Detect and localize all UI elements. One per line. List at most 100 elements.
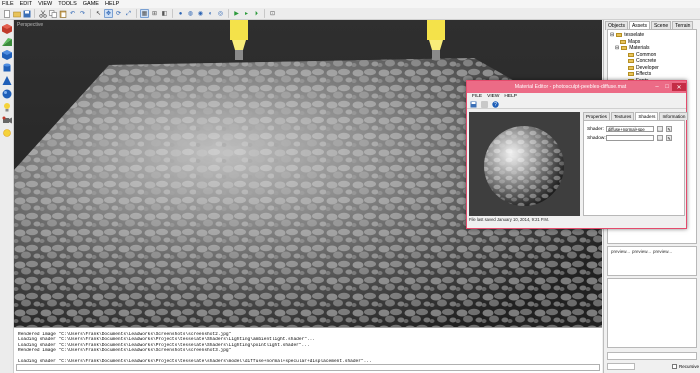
shader-field[interactable]: diffuse+normal+spe — [606, 126, 654, 132]
cylinder-icon[interactable] — [1, 62, 12, 73]
toolbar-separator — [136, 9, 137, 18]
scale-icon[interactable]: ⤢ — [124, 9, 133, 18]
object-toolbar — [0, 20, 14, 373]
maximize-icon[interactable]: □ — [662, 83, 672, 91]
save-icon[interactable] — [470, 101, 477, 108]
viewport-label: Perspective — [17, 22, 44, 28]
toolbar-separator — [34, 9, 35, 18]
rotate-icon[interactable]: ⟳ — [114, 9, 123, 18]
tab-shaders[interactable]: Shaders — [635, 112, 659, 120]
mat-menu-view[interactable]: VIEW — [487, 94, 499, 99]
save-status: File last saved January 10, 2014, 9:21 P… — [469, 217, 549, 222]
folder-icon — [621, 46, 628, 51]
menu-view[interactable]: VIEW — [38, 1, 52, 7]
new-icon[interactable] — [2, 9, 11, 18]
shadow-row: Shadow: … ✎ — [587, 135, 672, 141]
menu-file[interactable]: FILE — [2, 1, 14, 7]
asset-thumbnail[interactable]: preview... — [611, 249, 630, 254]
wedge-icon[interactable] — [1, 36, 12, 47]
toolbar-separator — [264, 9, 265, 18]
collapse-icon[interactable]: ⊟ — [615, 45, 619, 51]
cone-icon[interactable] — [1, 75, 12, 86]
copy-icon[interactable] — [48, 9, 57, 18]
save-icon[interactable] — [22, 9, 31, 18]
sphere-tool-icon[interactable] — [1, 88, 12, 99]
stop-icon[interactable]: ⏵ — [252, 9, 261, 18]
shadow-label: Shadow: — [587, 135, 606, 141]
camera-icon[interactable]: ◧ — [160, 9, 169, 18]
tree-label: Common — [636, 51, 657, 58]
menu-game[interactable]: GAME — [83, 1, 99, 7]
folder-icon — [628, 65, 634, 70]
tree-label: Effects — [636, 71, 652, 78]
menu-bar: FILE EDIT VIEW TOOLS GAME HELP — [0, 0, 700, 8]
browse-icon[interactable]: … — [657, 126, 663, 132]
edit-icon[interactable]: ✎ — [666, 126, 672, 132]
asset-thumbnail[interactable]: preview... — [653, 249, 672, 254]
menu-edit[interactable]: EDIT — [20, 1, 33, 7]
sphere-icon[interactable]: ● — [176, 9, 185, 18]
toolbar-separator — [228, 9, 229, 18]
mat-menu-file[interactable]: FILE — [472, 94, 482, 99]
shaders-panel: Shader: diffuse+normal+spe … ✎ Shadow: …… — [583, 120, 685, 216]
recursive-checkbox[interactable] — [671, 364, 677, 369]
folder-icon — [616, 33, 623, 38]
material-editor-titlebar[interactable]: Material Editor - photosculpt-peebles-di… — [467, 81, 686, 93]
browse-icon[interactable]: … — [657, 135, 663, 141]
light-icon[interactable] — [1, 101, 12, 112]
tab-information[interactable]: Information — [659, 112, 689, 120]
grid-icon[interactable]: ▦ — [140, 9, 149, 18]
edit-icon[interactable]: ✎ — [666, 135, 672, 141]
tree-label: Maps — [628, 38, 641, 45]
move-icon[interactable]: ✥ — [104, 9, 113, 18]
tab-textures[interactable]: Textures — [610, 112, 635, 120]
redo-icon[interactable]: ↷ — [78, 9, 87, 18]
mat-menu-help[interactable]: HELP — [504, 94, 517, 99]
toolbar-separator — [172, 9, 173, 18]
search-field[interactable] — [607, 363, 635, 370]
folder-icon — [628, 72, 634, 77]
sun-icon[interactable] — [1, 127, 12, 138]
publish-icon[interactable]: ⊡ — [268, 9, 277, 18]
output-console[interactable]: Rendered image "C:\Users\Frank\Documents… — [14, 327, 602, 373]
collapse-icon[interactable]: ⊟ — [610, 32, 614, 38]
folder-icon — [620, 39, 626, 44]
cube-tool-icon[interactable] — [1, 49, 12, 60]
lighting-icon[interactable]: ◐ — [206, 9, 215, 18]
debug-icon[interactable]: ▸ — [242, 9, 251, 18]
close-icon[interactable]: ✕ — [672, 83, 686, 91]
tab-properties[interactable]: Properties — [583, 112, 610, 120]
open-icon[interactable] — [12, 9, 21, 18]
material-preview[interactable] — [469, 112, 580, 216]
cut-icon[interactable] — [38, 9, 47, 18]
material-editor-menu: FILE VIEW HELP — [467, 93, 686, 100]
material-editor-toolbar: ? — [467, 100, 686, 109]
menu-help[interactable]: HELP — [105, 1, 119, 7]
box-icon[interactable] — [1, 23, 12, 34]
shader-row: Shader: diffuse+normal+spe … ✎ — [587, 126, 672, 132]
tree-label: Materials — [629, 45, 650, 52]
help-icon[interactable]: ? — [492, 100, 499, 108]
shadow-field[interactable] — [606, 135, 654, 141]
folder-icon — [628, 59, 634, 64]
snap-icon[interactable]: ⊞ — [150, 9, 159, 18]
camera-tool-icon[interactable] — [1, 114, 12, 125]
play-icon[interactable]: ▶ — [232, 9, 241, 18]
asset-filter-input[interactable] — [607, 352, 697, 360]
undo-icon[interactable]: ↶ — [68, 9, 77, 18]
paste-icon[interactable] — [58, 9, 67, 18]
cube-icon[interactable]: ◍ — [186, 9, 195, 18]
svg-text:?: ? — [494, 102, 497, 108]
wire-icon[interactable]: ◎ — [216, 9, 225, 18]
tree-label: Concrete — [636, 58, 657, 65]
shader-label: Shader: — [587, 126, 604, 132]
minimize-icon[interactable]: – — [652, 83, 662, 91]
console-command-input[interactable] — [16, 364, 600, 371]
recursive-label: Recursive — [678, 364, 699, 369]
asset-thumbnail[interactable]: preview... — [632, 249, 651, 254]
recursive-row: Recursive — [607, 363, 699, 370]
menu-tools[interactable]: TOOLS — [58, 1, 77, 7]
select-icon[interactable]: ↖ — [94, 9, 103, 18]
render-icon[interactable]: ◉ — [196, 9, 205, 18]
material-editor-tabs: Properties Textures Shaders Information — [583, 112, 689, 120]
